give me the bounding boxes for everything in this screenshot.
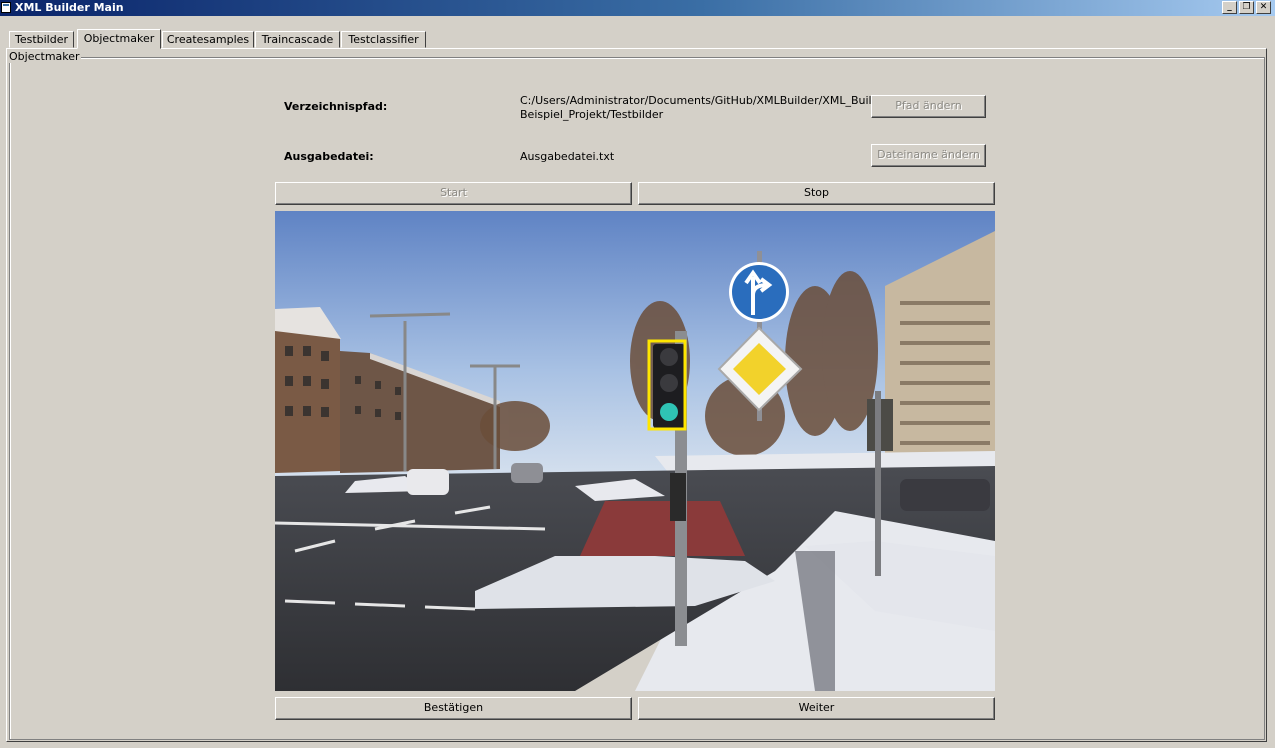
restore-button[interactable]: ❐ bbox=[1239, 1, 1254, 14]
group-label: Objectmaker bbox=[8, 50, 81, 63]
title-bar[interactable]: XML Builder Main _ ❐ ✕ bbox=[0, 0, 1275, 16]
tab-traincascade[interactable]: Traincascade bbox=[255, 31, 340, 48]
window-title: XML Builder Main bbox=[15, 1, 124, 14]
start-button[interactable]: Start bbox=[275, 182, 632, 205]
change-path-button[interactable]: Pfad ändern bbox=[871, 95, 986, 118]
directory-path-line2: Beispiel_Projekt/Testbilder bbox=[520, 108, 664, 121]
close-button[interactable]: ✕ bbox=[1256, 1, 1271, 14]
street-scene-drawing bbox=[275, 211, 995, 691]
directory-label: Verzeichnispfad: bbox=[284, 100, 388, 113]
stop-button[interactable]: Stop bbox=[638, 182, 995, 205]
confirm-button[interactable]: Bestätigen bbox=[275, 697, 632, 720]
tab-objectmaker[interactable]: Objectmaker bbox=[77, 29, 161, 49]
directory-path-line1: C:/Users/Administrator/Documents/GitHub/… bbox=[520, 94, 894, 107]
output-file-value: Ausgabedatei.txt bbox=[520, 150, 615, 163]
street-scene-image[interactable] bbox=[275, 211, 995, 691]
tab-testbilder[interactable]: Testbilder bbox=[9, 31, 74, 48]
tab-createsamples[interactable]: Createsamples bbox=[162, 31, 254, 48]
minimize-button[interactable]: _ bbox=[1222, 1, 1237, 14]
tab-testclassifier[interactable]: Testclassifier bbox=[341, 31, 426, 48]
next-button[interactable]: Weiter bbox=[638, 697, 995, 720]
output-file-label: Ausgabedatei: bbox=[284, 150, 374, 163]
change-filename-button[interactable]: Dateiname ändern bbox=[871, 144, 986, 167]
app-icon bbox=[1, 2, 11, 13]
